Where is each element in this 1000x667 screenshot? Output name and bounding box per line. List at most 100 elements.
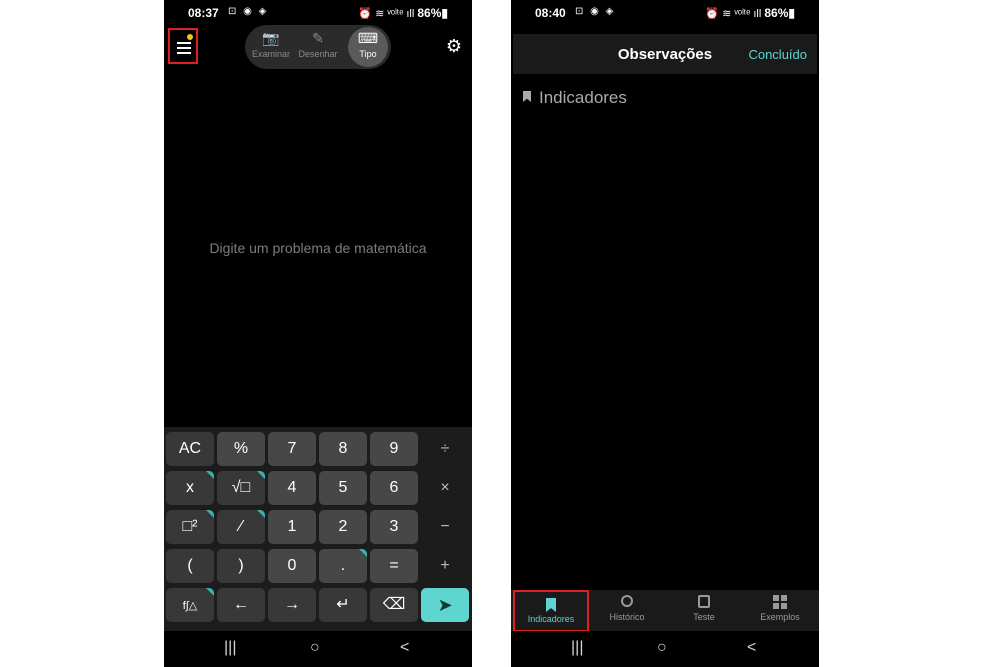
more-options-marker	[206, 471, 214, 479]
key-fraction[interactable]: ⁄	[217, 510, 265, 544]
signal-icons: ⏰ ≋ ᵛᵒˡᵗᵉ ıll	[358, 8, 415, 20]
key-multiply[interactable]: ×	[421, 471, 469, 505]
history-icon	[621, 595, 633, 607]
key-fraction-label: ⁄	[239, 518, 243, 535]
more-options-marker	[359, 549, 367, 557]
key-6[interactable]: 6	[370, 471, 418, 505]
notification-icons: ⊡ ◉ ◈	[228, 6, 269, 17]
bottom-tab-bar: Indicadores Histórico Teste Exemplos	[511, 590, 819, 632]
key-functions-label: f∫△	[182, 600, 198, 612]
key-2[interactable]: 2	[319, 510, 367, 544]
system-nav-bar: ||| ○ <	[164, 631, 472, 667]
back-icon[interactable]: <	[747, 639, 756, 657]
key-plus[interactable]: +	[421, 549, 469, 583]
tab-exemplos[interactable]: Exemplos	[742, 590, 818, 632]
key-cursor-left[interactable]: ←	[217, 588, 265, 622]
more-options-marker	[257, 471, 265, 479]
bookmark-icon	[546, 598, 556, 612]
key-x-label: x	[186, 479, 194, 496]
key-close-paren[interactable]: )	[217, 549, 265, 583]
system-icons: ⏰ ≋ ᵛᵒˡᵗᵉ ıll 86%▮	[705, 6, 795, 20]
key-sqrt[interactable]: √□	[217, 471, 265, 505]
key-square-label: □²	[182, 518, 198, 535]
more-options-marker	[206, 588, 214, 596]
send-button[interactable]: ➤	[421, 588, 469, 622]
signal-icons: ⏰ ≋ ᵛᵒˡᵗᵉ ıll	[705, 8, 762, 20]
tab-label: Teste	[693, 612, 715, 622]
notification-dot	[187, 34, 193, 40]
menu-button[interactable]	[168, 28, 198, 64]
test-icon	[698, 595, 710, 608]
hamburger-icon	[177, 42, 191, 44]
key-9[interactable]: 9	[370, 432, 418, 466]
notification-icons: ⊡ ◉ ◈	[575, 6, 616, 17]
key-decimal-label: .	[340, 557, 346, 574]
section-title: Indicadores	[539, 88, 627, 107]
camera-icon: 📷	[262, 30, 280, 46]
key-0[interactable]: 0	[268, 549, 316, 583]
bookmarks-section: Indicadores	[523, 88, 627, 108]
key-sqrt-label: √□	[231, 479, 251, 496]
recent-apps-icon[interactable]: |||	[571, 639, 583, 657]
tab-indicadores[interactable]: Indicadores	[513, 590, 589, 632]
keyboard-icon: ⌨	[357, 30, 379, 46]
more-options-marker	[257, 510, 265, 518]
math-keypad: AC % 7 8 9 ÷ x √□ 4 5 6 × □² ⁄ 1 2 3 − (…	[164, 427, 472, 631]
done-button[interactable]: Concluído	[748, 47, 807, 62]
status-time: 08:37	[188, 6, 219, 20]
key-decimal[interactable]: .	[319, 549, 367, 583]
input-mode-switch: 📷 Examinar ✎ Desenhar ⌨ Tipo	[245, 25, 391, 69]
phone-left: 08:37 ⊡ ◉ ◈ ⏰ ≋ ᵛᵒˡᵗᵉ ıll 86%▮ 📷 Examina…	[164, 0, 472, 667]
mode-label: Examinar	[251, 49, 290, 59]
key-minus[interactable]: −	[421, 510, 469, 544]
phone-right: 08:40 ⊡ ◉ ◈ ⏰ ≋ ᵛᵒˡᵗᵉ ıll 86%▮ Observaçõ…	[511, 0, 819, 667]
notes-header: Observações Concluído	[513, 34, 817, 74]
key-7[interactable]: 7	[268, 432, 316, 466]
tab-label: Exemplos	[760, 612, 800, 622]
key-1[interactable]: 1	[268, 510, 316, 544]
mode-label: Desenhar	[298, 49, 338, 59]
system-nav-bar: ||| ○ <	[511, 631, 819, 667]
status-bar: 08:40 ⊡ ◉ ◈ ⏰ ≋ ᵛᵒˡᵗᵉ ıll 86%▮	[511, 0, 819, 26]
battery-indicator: 86%▮	[417, 6, 448, 20]
home-icon[interactable]: ○	[657, 639, 667, 657]
system-icons: ⏰ ≋ ᵛᵒˡᵗᵉ ıll 86%▮	[358, 6, 448, 20]
status-time: 08:40	[535, 6, 566, 20]
key-4[interactable]: 4	[268, 471, 316, 505]
key-x[interactable]: x	[166, 471, 214, 505]
gear-icon[interactable]: ⚙	[446, 36, 462, 57]
tab-label: Indicadores	[527, 614, 575, 624]
mode-examinar-button[interactable]: 📷 Examinar	[251, 27, 291, 67]
hamburger-icon-line	[177, 47, 191, 49]
key-5[interactable]: 5	[319, 471, 367, 505]
tab-teste[interactable]: Teste	[666, 590, 742, 632]
math-input-placeholder[interactable]: Digite um problema de matemática	[164, 240, 472, 256]
hand-draw-icon: ✎	[312, 30, 324, 46]
status-bar: 08:37 ⊡ ◉ ◈ ⏰ ≋ ᵛᵒˡᵗᵉ ıll 86%▮	[164, 0, 472, 26]
key-enter[interactable]: ↵	[319, 588, 367, 622]
home-icon[interactable]: ○	[310, 639, 320, 657]
key-3[interactable]: 3	[370, 510, 418, 544]
back-icon[interactable]: <	[400, 639, 409, 657]
mode-desenhar-button[interactable]: ✎ Desenhar	[298, 27, 338, 67]
key-backspace[interactable]: ⌫	[370, 588, 418, 622]
key-percent[interactable]: %	[217, 432, 265, 466]
tab-historico[interactable]: Histórico	[589, 590, 665, 632]
grid-icon	[773, 595, 787, 609]
key-8[interactable]: 8	[319, 432, 367, 466]
more-options-marker	[206, 510, 214, 518]
tab-label: Histórico	[609, 612, 645, 622]
key-functions[interactable]: f∫△	[166, 588, 214, 622]
bookmark-icon	[523, 91, 531, 102]
key-ac[interactable]: AC	[166, 432, 214, 466]
key-open-paren[interactable]: (	[166, 549, 214, 583]
key-equals[interactable]: =	[370, 549, 418, 583]
mode-label: Tipo	[359, 49, 377, 59]
recent-apps-icon[interactable]: |||	[224, 639, 236, 657]
mode-tipo-button[interactable]: ⌨ Tipo	[348, 27, 388, 67]
battery-indicator: 86%▮	[764, 6, 795, 20]
hamburger-icon-line	[177, 52, 191, 54]
key-cursor-right[interactable]: →	[268, 588, 316, 622]
key-divide[interactable]: ÷	[421, 432, 469, 466]
key-square[interactable]: □²	[166, 510, 214, 544]
